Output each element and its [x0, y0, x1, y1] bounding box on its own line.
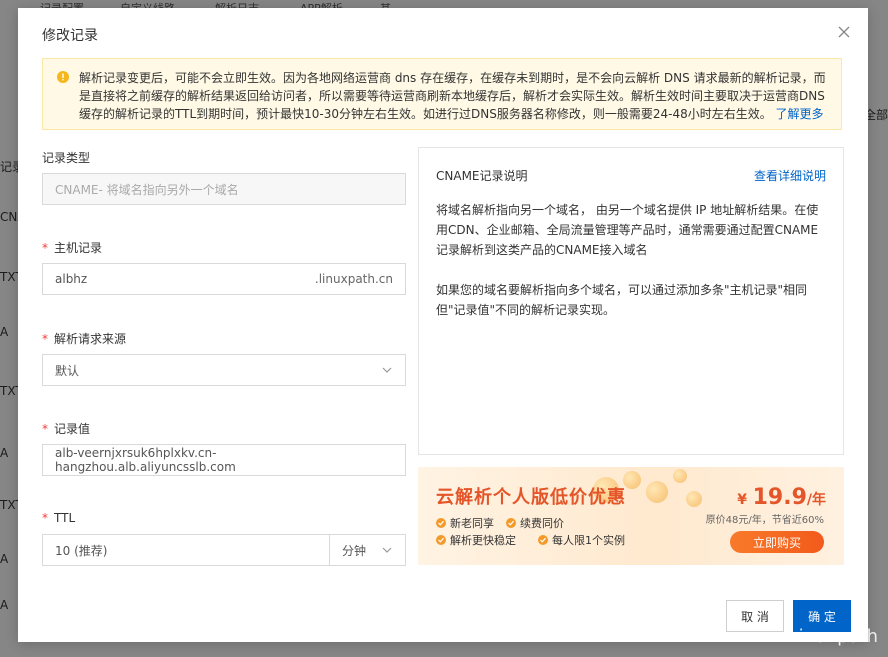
- record-value-input[interactable]: alb-veernjxrsuk6hplxkv.cn-hangzhou.alb.a…: [42, 444, 406, 476]
- request-source-label-text: 解析请求来源: [54, 332, 127, 346]
- record-type-select: CNAME- 将域名指向另外一个域名: [42, 173, 406, 205]
- promo-feature: 续费同价: [506, 515, 564, 531]
- chevron-down-icon: [381, 544, 393, 556]
- coin-decoration: [673, 469, 687, 483]
- promo-feature: 每人限1个实例: [538, 532, 625, 548]
- check-icon: [436, 518, 446, 528]
- ttl-label-text: TTL: [54, 511, 76, 525]
- record-type-label-text: 记录类型: [42, 151, 91, 165]
- propagation-notice: 解析记录变更后，可能不会立即生效。因为各地网络运营商 dns 存在缓存，在缓存未…: [42, 58, 842, 130]
- promo-title: 云解析个人版低价优惠: [436, 487, 626, 508]
- close-icon: [838, 26, 850, 38]
- ttl-value: 10 (推荐): [55, 543, 108, 558]
- price-currency: ¥: [737, 492, 748, 508]
- warning-icon: [57, 71, 69, 83]
- ttl-unit-select[interactable]: 分钟: [329, 534, 406, 566]
- ttl-select[interactable]: 10 (推荐): [42, 534, 330, 566]
- promo-banner[interactable]: 云解析个人版低价优惠 新老同享 续费同价 解析更快稳定 每人限1个实例 ¥ 19…: [418, 467, 844, 565]
- watermark: Linuxpath: [788, 626, 878, 647]
- request-source-label: * 解析请求来源: [42, 330, 126, 347]
- promo-feature-text: 新老同享: [450, 517, 494, 530]
- price-value: 19.9: [752, 485, 807, 510]
- required-mark: *: [42, 422, 48, 436]
- host-record-value: albhz: [55, 272, 88, 286]
- coin-decoration: [646, 481, 668, 503]
- cancel-button[interactable]: 取 消: [726, 600, 784, 632]
- record-value-label-text: 记录值: [54, 422, 91, 436]
- ttl-label: * TTL: [42, 511, 75, 525]
- close-button[interactable]: [836, 24, 852, 40]
- promo-feature: 新老同享: [436, 515, 494, 531]
- price-unit: /年: [806, 492, 826, 508]
- info-paragraph: 如果您的域名要解析指向多个域名，可以通过添加多条"主机记录"相同但"记录值"不同…: [436, 283, 808, 317]
- promo-feature-text: 续费同价: [520, 517, 564, 530]
- cname-info-panel: CNAME记录说明 查看详细说明 将域名解析指向另一个域名， 由另一个域名提供 …: [418, 147, 844, 455]
- record-type-label: 记录类型: [42, 149, 90, 166]
- promo-feature: 解析更快稳定: [436, 532, 516, 548]
- info-paragraph: 将域名解析指向另一个域名， 由另一个域名提供 IP 地址解析结果。在使用CDN、…: [436, 203, 819, 257]
- required-mark: *: [42, 241, 48, 255]
- promo-feature-text: 每人限1个实例: [552, 534, 625, 547]
- notice-text: 解析记录变更后，可能不会立即生效。因为各地网络运营商 dns 存在缓存，在缓存未…: [79, 71, 826, 121]
- required-mark: *: [42, 332, 48, 346]
- request-source-select[interactable]: 默认: [42, 354, 406, 386]
- host-record-label-text: 主机记录: [54, 241, 103, 255]
- promo-price: ¥ 19.9/年: [737, 485, 826, 510]
- original-price: 原价48元/年，节省近60%: [705, 515, 824, 526]
- record-value-label: * 记录值: [42, 420, 90, 437]
- request-source-value: 默认: [55, 363, 80, 378]
- record-value-value: alb-veernjxrsuk6hplxkv.cn-hangzhou.alb.a…: [55, 446, 236, 474]
- dialog-title: 修改记录: [42, 28, 98, 44]
- domain-suffix: .linuxpath.cn: [314, 272, 393, 286]
- host-record-label: * 主机记录: [42, 239, 102, 256]
- check-icon: [506, 518, 516, 528]
- chevron-down-icon: [381, 364, 393, 376]
- ttl-unit-value: 分钟: [342, 543, 367, 558]
- coin-decoration: [686, 491, 702, 507]
- record-type-value: CNAME- 将域名指向另外一个域名: [55, 182, 239, 197]
- buy-now-button[interactable]: 立即购买: [730, 531, 824, 553]
- edit-record-dialog: 修改记录 解析记录变更后，可能不会立即生效。因为各地网络运营商 dns 存在缓存…: [18, 8, 868, 642]
- learn-more-link[interactable]: 了解更多: [776, 107, 824, 121]
- check-icon: [436, 535, 446, 545]
- check-icon: [538, 535, 548, 545]
- required-mark: *: [42, 511, 48, 525]
- host-record-input[interactable]: albhz .linuxpath.cn: [42, 263, 406, 295]
- promo-feature-text: 解析更快稳定: [450, 534, 516, 547]
- view-details-link[interactable]: 查看详细说明: [754, 166, 826, 186]
